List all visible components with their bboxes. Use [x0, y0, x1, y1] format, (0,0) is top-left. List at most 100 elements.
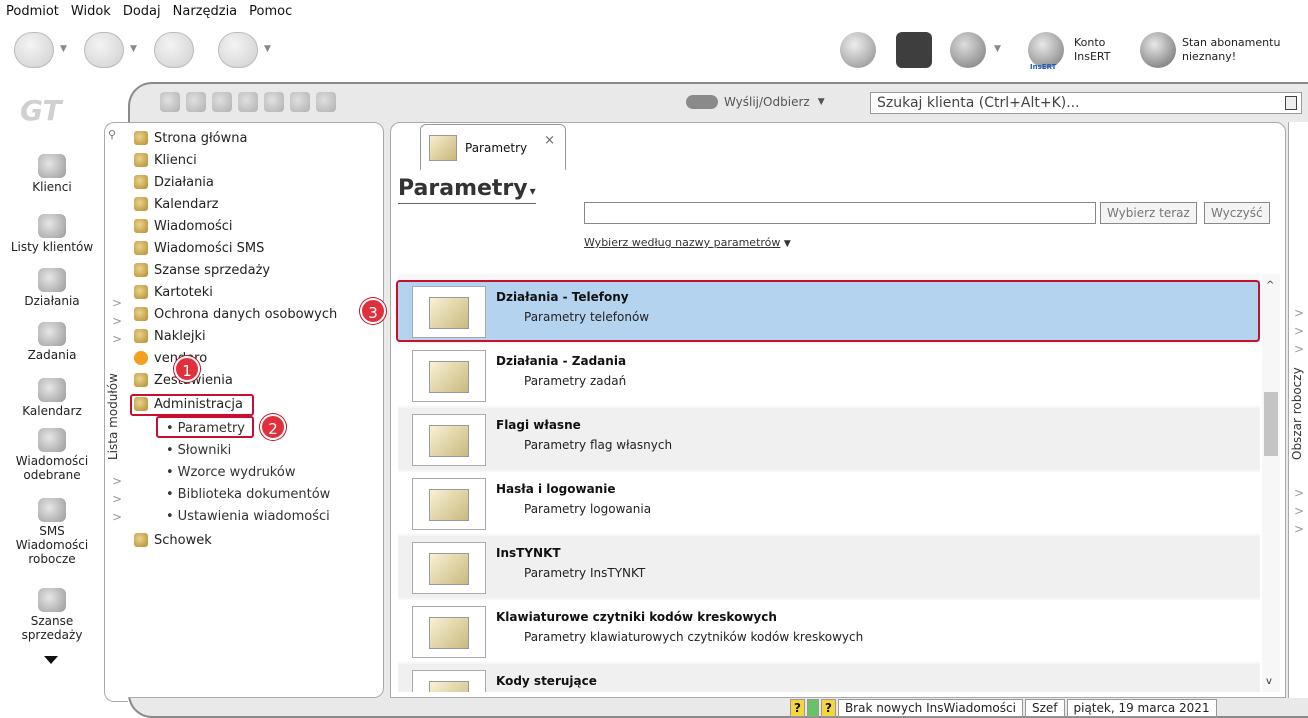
- people-icon[interactable]: [212, 92, 232, 112]
- workspace-label[interactable]: Obszar roboczy: [1290, 367, 1304, 460]
- expand-icon[interactable]: >: [112, 314, 122, 328]
- client-action-icon[interactable]: [160, 92, 180, 112]
- list-item[interactable]: Flagi własne Parametry flag własnych: [398, 408, 1260, 470]
- nav-klienci[interactable]: Klienci: [0, 154, 104, 194]
- tree-wzorce-wydrukow[interactable]: • Wzorce wydruków: [166, 461, 295, 483]
- status-messages[interactable]: Brak nowych InsWiadomości: [837, 699, 1023, 717]
- question-icon[interactable]: ?: [790, 699, 805, 717]
- subscription-icon[interactable]: [1140, 32, 1176, 68]
- actions-icon: [38, 268, 66, 292]
- expand-icon[interactable]: >: [1294, 522, 1304, 536]
- send-icon[interactable]: [14, 32, 54, 68]
- tree-ustawienia-wiadomosci[interactable]: • Ustawienia wiadomości: [166, 505, 330, 527]
- tree-wiadomosci-sms[interactable]: Wiadomości SMS: [134, 237, 264, 259]
- module-list-label[interactable]: Lista modułów: [106, 340, 120, 460]
- tree-kalendarz[interactable]: Kalendarz: [134, 193, 219, 215]
- pin-icon[interactable]: ⚲: [108, 128, 116, 141]
- nav-kalendarz[interactable]: Kalendarz: [0, 378, 104, 418]
- list-item[interactable]: Kody sterujące: [398, 664, 1260, 692]
- tree-kartoteki[interactable]: Kartoteki: [134, 281, 213, 303]
- nav-wiadomosci-robocze[interactable]: SMS Wiadomości robocze: [0, 498, 104, 566]
- chevron-down-icon[interactable]: ▼: [264, 44, 271, 54]
- tree-szanse-sprzedazy[interactable]: Szanse sprzedaży: [134, 259, 270, 281]
- expand-icon[interactable]: >: [112, 492, 122, 506]
- tree-naklejki[interactable]: Naklejki: [134, 325, 206, 347]
- cloud-icon[interactable]: [950, 32, 986, 68]
- subscription-line1[interactable]: Stan abonamentu: [1182, 36, 1280, 49]
- tree-klienci[interactable]: Klienci: [134, 149, 197, 171]
- page-title[interactable]: Parametry ▾: [398, 176, 536, 204]
- expand-icon[interactable]: >: [1294, 306, 1304, 320]
- send-receive[interactable]: Wyślij/Odbierz ▼: [686, 92, 825, 112]
- folders-icon: [134, 285, 148, 299]
- list-item[interactable]: Hasła i logowanie Parametry logowania: [398, 472, 1260, 534]
- expand-icon[interactable]: >: [112, 510, 122, 524]
- list-item[interactable]: Klawiaturowe czytniki kodów kreskowych Pa…: [398, 600, 1260, 662]
- scroll-down-icon[interactable]: v: [1266, 676, 1272, 687]
- tab-parametry[interactable]: Parametry ×: [420, 124, 566, 170]
- scroll-down-icon[interactable]: [44, 656, 58, 664]
- close-icon[interactable]: ×: [544, 133, 555, 148]
- menu-dodaj[interactable]: Dodaj: [123, 4, 161, 19]
- person-icon[interactable]: [186, 92, 206, 112]
- annotation-badge: 2: [260, 414, 286, 440]
- scroll-up-icon[interactable]: ^: [1266, 280, 1274, 291]
- globe-icon[interactable]: [840, 32, 876, 68]
- expand-icon[interactable]: >: [1294, 486, 1304, 500]
- chevron-down-icon[interactable]: ▼: [130, 44, 137, 54]
- select-now-button[interactable]: Wybierz teraz: [1100, 202, 1197, 224]
- tree-strona-glowna[interactable]: Strona główna: [134, 127, 247, 149]
- clear-button[interactable]: Wyczyść: [1204, 202, 1270, 224]
- tree-dzialania[interactable]: Działania: [134, 171, 214, 193]
- nav-listy-klientow[interactable]: Listy klientów: [0, 214, 104, 254]
- stickers-icon: [134, 329, 148, 343]
- question-icon[interactable]: ?: [820, 699, 836, 717]
- tree-wiadomosci[interactable]: Wiadomości: [134, 215, 233, 237]
- search-options-icon[interactable]: [1285, 96, 1297, 110]
- network-icon[interactable]: [290, 92, 310, 112]
- expand-icon[interactable]: >: [112, 474, 122, 488]
- list-scrollbar[interactable]: [1262, 274, 1280, 692]
- edit-icon[interactable]: [264, 92, 284, 112]
- expand-icon[interactable]: >: [1294, 324, 1304, 338]
- expand-icon[interactable]: >: [1294, 504, 1304, 518]
- insert-logo: InsERT: [1030, 63, 1057, 71]
- expand-icon[interactable]: >: [112, 296, 122, 310]
- expand-icon[interactable]: >: [1294, 342, 1304, 356]
- add-client-icon[interactable]: [154, 32, 194, 68]
- client-lists-icon: [38, 214, 66, 238]
- receive-icon[interactable]: [84, 32, 124, 68]
- menu-pomoc[interactable]: Pomoc: [249, 4, 292, 19]
- menu-narzedzia[interactable]: Narzędzia: [173, 4, 238, 19]
- menu-podmiot[interactable]: Podmiot: [6, 4, 59, 19]
- subscription-line2[interactable]: nieznany!: [1182, 50, 1236, 63]
- scrollbar-thumb[interactable]: [1264, 392, 1278, 456]
- nav-szanse-sprzedazy[interactable]: Szanse sprzedaży: [0, 588, 104, 642]
- expand-icon[interactable]: >: [112, 332, 122, 346]
- chevron-down-icon: ▼: [817, 97, 825, 107]
- menu-widok[interactable]: Widok: [71, 4, 111, 19]
- tree-slowniki[interactable]: • Słowniki: [166, 439, 231, 461]
- eraser-icon[interactable]: [316, 92, 336, 112]
- parameter-filter-input[interactable]: [584, 202, 1096, 224]
- client-search-input[interactable]: Szukaj klienta (Ctrl+Alt+K)...: [870, 92, 1302, 114]
- account-line1[interactable]: Konto: [1074, 36, 1105, 49]
- tasks-icon: [38, 322, 66, 346]
- gt-logo: GT: [20, 94, 62, 127]
- list-item[interactable]: Działania - Zadania Parametry zadań: [398, 344, 1260, 406]
- pen-icon[interactable]: [238, 92, 258, 112]
- filter-mode-link[interactable]: Wybierz według nazwy parametrów ▼: [584, 236, 791, 249]
- chevron-down-icon[interactable]: ▼: [994, 44, 1001, 54]
- help-icon[interactable]: [218, 32, 258, 68]
- tree-schowek[interactable]: Schowek: [134, 529, 212, 551]
- account-line2[interactable]: InsERT: [1074, 50, 1110, 63]
- box-icon[interactable]: [896, 32, 932, 68]
- parameters-icon: [429, 134, 457, 161]
- nav-dzialania[interactable]: Działania: [0, 268, 104, 308]
- nav-wiadomosci-odebrane[interactable]: Wiadomości odebrane: [0, 428, 104, 482]
- tree-biblioteka-dokumentow[interactable]: • Biblioteka dokumentów: [166, 483, 330, 505]
- chevron-down-icon[interactable]: ▼: [60, 44, 67, 54]
- tree-ochrona-danych[interactable]: Ochrona danych osobowych: [134, 303, 337, 325]
- list-item[interactable]: InsTYNKT Parametry InsTYNKT: [398, 536, 1260, 598]
- nav-zadania[interactable]: Zadania: [0, 322, 104, 362]
